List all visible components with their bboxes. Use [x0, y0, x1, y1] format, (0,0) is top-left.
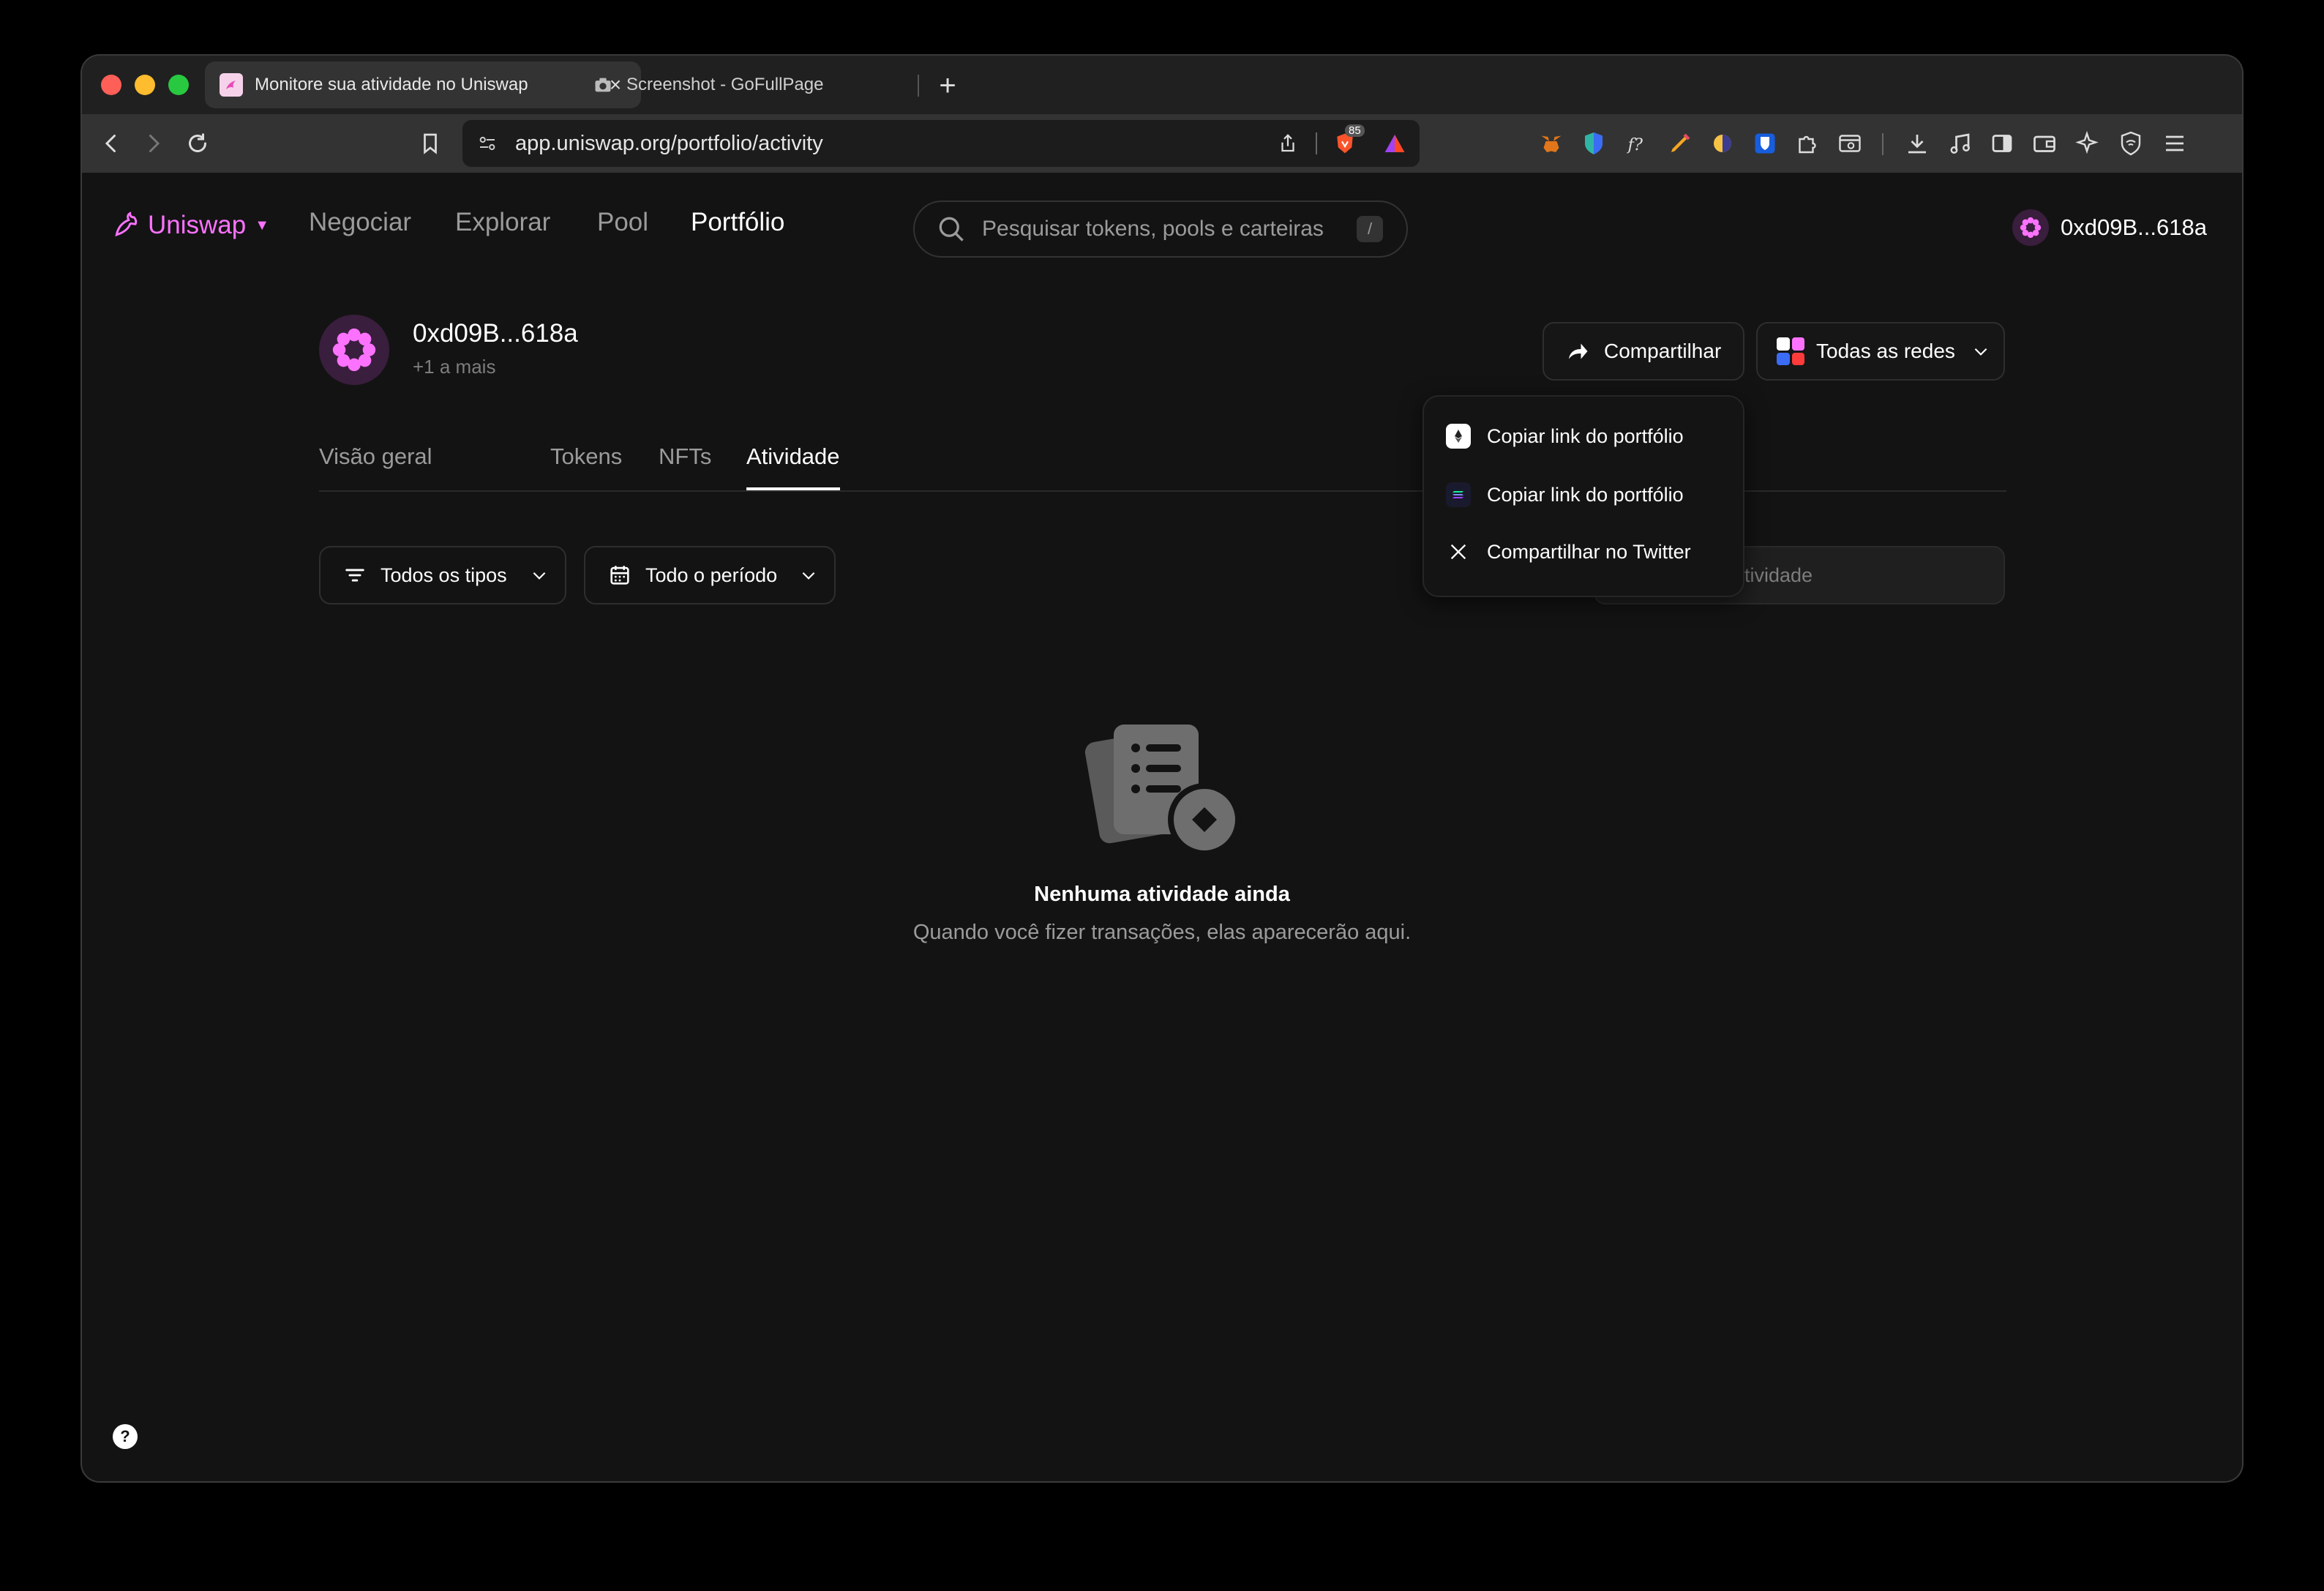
uniswap-logo[interactable]: Uniswap ▼ — [111, 209, 269, 242]
type-filter-label: Todos os tipos — [381, 564, 507, 586]
minimize-window-button[interactable] — [135, 75, 155, 95]
shields-count-badge: 85 — [1345, 124, 1365, 137]
bookmark-icon[interactable] — [413, 126, 448, 161]
period-filter-label: Todo o período — [645, 564, 778, 586]
menu-item-label: Copiar link do portfólio — [1487, 483, 1684, 506]
camera-icon — [591, 73, 615, 97]
brave-shields-icon[interactable]: 85 — [1330, 124, 1365, 158]
browser-tab-uniswap[interactable]: Monitore sua atividade no Uniswap × — [205, 61, 641, 108]
pen-extension-icon[interactable] — [1665, 129, 1695, 158]
url-text[interactable]: app.uniswap.org/portfolio/activity — [515, 132, 1273, 156]
filter-icon — [345, 569, 364, 582]
menu-item-copy-link-ethereum[interactable]: Copiar link do portfólio — [1446, 422, 1684, 451]
more-wallets-link[interactable]: +1 a mais — [413, 356, 495, 378]
zoom-window-button[interactable] — [168, 75, 189, 95]
menu-item-copy-link-solana[interactable]: Copiar link do portfólio — [1446, 480, 1684, 509]
flower-avatar-icon — [332, 328, 376, 372]
menu-item-share-twitter[interactable]: Compartilhar no Twitter — [1446, 537, 1691, 566]
leo-ai-icon[interactable] — [2072, 129, 2102, 158]
back-button[interactable] — [94, 126, 129, 161]
toolbar-divider — [1882, 133, 1883, 155]
menu-item-label: Copiar link do portfólio — [1487, 424, 1684, 447]
reload-button[interactable] — [180, 126, 215, 161]
bitwarden-icon[interactable] — [1750, 129, 1780, 158]
portfolio-tabs: Visão geral Tokens NFTs Atividade — [319, 443, 2006, 492]
shield-extension-icon[interactable] — [1579, 129, 1608, 158]
puzzle-extensions-icon[interactable] — [1793, 129, 1822, 158]
new-tab-button[interactable]: + — [929, 67, 966, 104]
empty-activity-icon — [1084, 725, 1241, 856]
site-settings-icon[interactable] — [473, 129, 502, 158]
flower-avatar-icon — [2020, 217, 2042, 239]
contrast-extension-icon[interactable] — [1708, 129, 1737, 158]
sidebar-toggle-icon[interactable] — [1987, 129, 2017, 158]
share-arrow-icon — [1569, 343, 1588, 359]
browser-tab-gofullpage[interactable]: Screenshot - GoFullPage — [577, 61, 921, 108]
forward-button[interactable] — [136, 126, 171, 161]
share-menu: Copiar link do portfólio Copiar link do … — [1422, 395, 1744, 597]
account-address: 0xd09B...618a — [2061, 214, 2207, 240]
tab-activity[interactable]: Atividade — [746, 443, 840, 490]
reader-view-icon[interactable] — [1835, 129, 1864, 158]
account-avatar — [2012, 209, 2050, 246]
divider — [1316, 132, 1317, 154]
share-page-icon[interactable] — [1273, 129, 1302, 158]
portfolio-avatar — [319, 315, 389, 385]
search-placeholder: Pesquisar tokens, pools e carteiras — [982, 217, 1324, 241]
solana-icon — [1446, 482, 1471, 507]
chevron-down-icon — [533, 572, 546, 580]
help-button[interactable]: ? — [113, 1424, 138, 1449]
vpn-shield-icon[interactable] — [2116, 129, 2145, 158]
share-button[interactable]: Compartilhar — [1543, 322, 1744, 381]
unicorn-icon — [115, 211, 138, 237]
formula-extension-icon[interactable]: f? — [1623, 129, 1652, 158]
media-music-icon[interactable] — [1945, 129, 1974, 158]
tab-overview[interactable]: Visão geral — [319, 443, 432, 470]
type-filter-dropdown[interactable]: Todos os tipos — [319, 546, 566, 604]
search-shortcut-badge: / — [1357, 216, 1383, 242]
search-icon — [939, 217, 964, 242]
logo-text: Uniswap — [148, 211, 247, 239]
empty-state-subtitle: Quando você fizer transações, elas apare… — [912, 921, 1412, 944]
brave-rewards-icon[interactable] — [1380, 129, 1409, 158]
app-header: Uniswap ▼ Negociar Explorar Pool Portfól… — [82, 173, 2242, 281]
browser-window: Monitore sua atividade no Uniswap × Scre… — [82, 56, 2242, 1481]
svg-text:f?: f? — [1627, 135, 1643, 154]
networks-dropdown[interactable]: Todas as redes — [1756, 322, 2005, 381]
address-bar[interactable]: app.uniswap.org/portfolio/activity 85 — [462, 120, 1420, 167]
ethereum-icon — [1446, 424, 1471, 449]
tab-tokens[interactable]: Tokens — [550, 443, 622, 470]
wallet-icon[interactable] — [2030, 129, 2059, 158]
uniswap-favicon-icon — [220, 73, 243, 97]
calendar-icon — [610, 566, 629, 585]
browser-toolbar: app.uniswap.org/portfolio/activity 85 f? — [82, 114, 2242, 173]
caret-down-icon[interactable]: ▼ — [255, 217, 269, 234]
nav-explorar[interactable]: Explorar — [455, 208, 550, 237]
tab-nfts[interactable]: NFTs — [659, 443, 711, 470]
chevron-down-icon — [802, 572, 815, 580]
nav-negociar[interactable]: Negociar — [309, 208, 411, 237]
metamask-icon[interactable] — [1537, 129, 1566, 158]
networks-icon — [1777, 337, 1804, 365]
nav-portfolio[interactable]: Portfólio — [691, 208, 784, 237]
activity-search-placeholder: tividade — [1744, 564, 1813, 586]
networks-label: Todas as redes — [1816, 340, 1955, 362]
account-button[interactable]: 0xd09B...618a — [2012, 209, 2207, 246]
portfolio-address: 0xd09B...618a — [413, 319, 578, 348]
tab-separator — [918, 75, 919, 97]
close-window-button[interactable] — [101, 75, 121, 95]
x-twitter-icon — [1446, 539, 1471, 564]
share-label: Compartilhar — [1604, 340, 1722, 362]
period-filter-dropdown[interactable]: Todo o período — [584, 546, 836, 604]
search-bar[interactable]: Pesquisar tokens, pools e carteiras / — [913, 201, 1408, 258]
nav-pool[interactable]: Pool — [597, 208, 648, 237]
menu-hamburger-icon[interactable] — [2160, 129, 2189, 158]
menu-item-label: Compartilhar no Twitter — [1487, 540, 1691, 563]
tab-title: Screenshot - GoFullPage — [626, 75, 824, 94]
tab-strip: Monitore sua atividade no Uniswap × Scre… — [82, 56, 2242, 114]
tab-title: Monitore sua atividade no Uniswap — [255, 75, 528, 94]
download-icon[interactable] — [1903, 129, 1932, 158]
empty-state-title: Nenhuma atividade ainda — [1034, 883, 1290, 906]
chevron-down-icon — [1974, 348, 1987, 356]
